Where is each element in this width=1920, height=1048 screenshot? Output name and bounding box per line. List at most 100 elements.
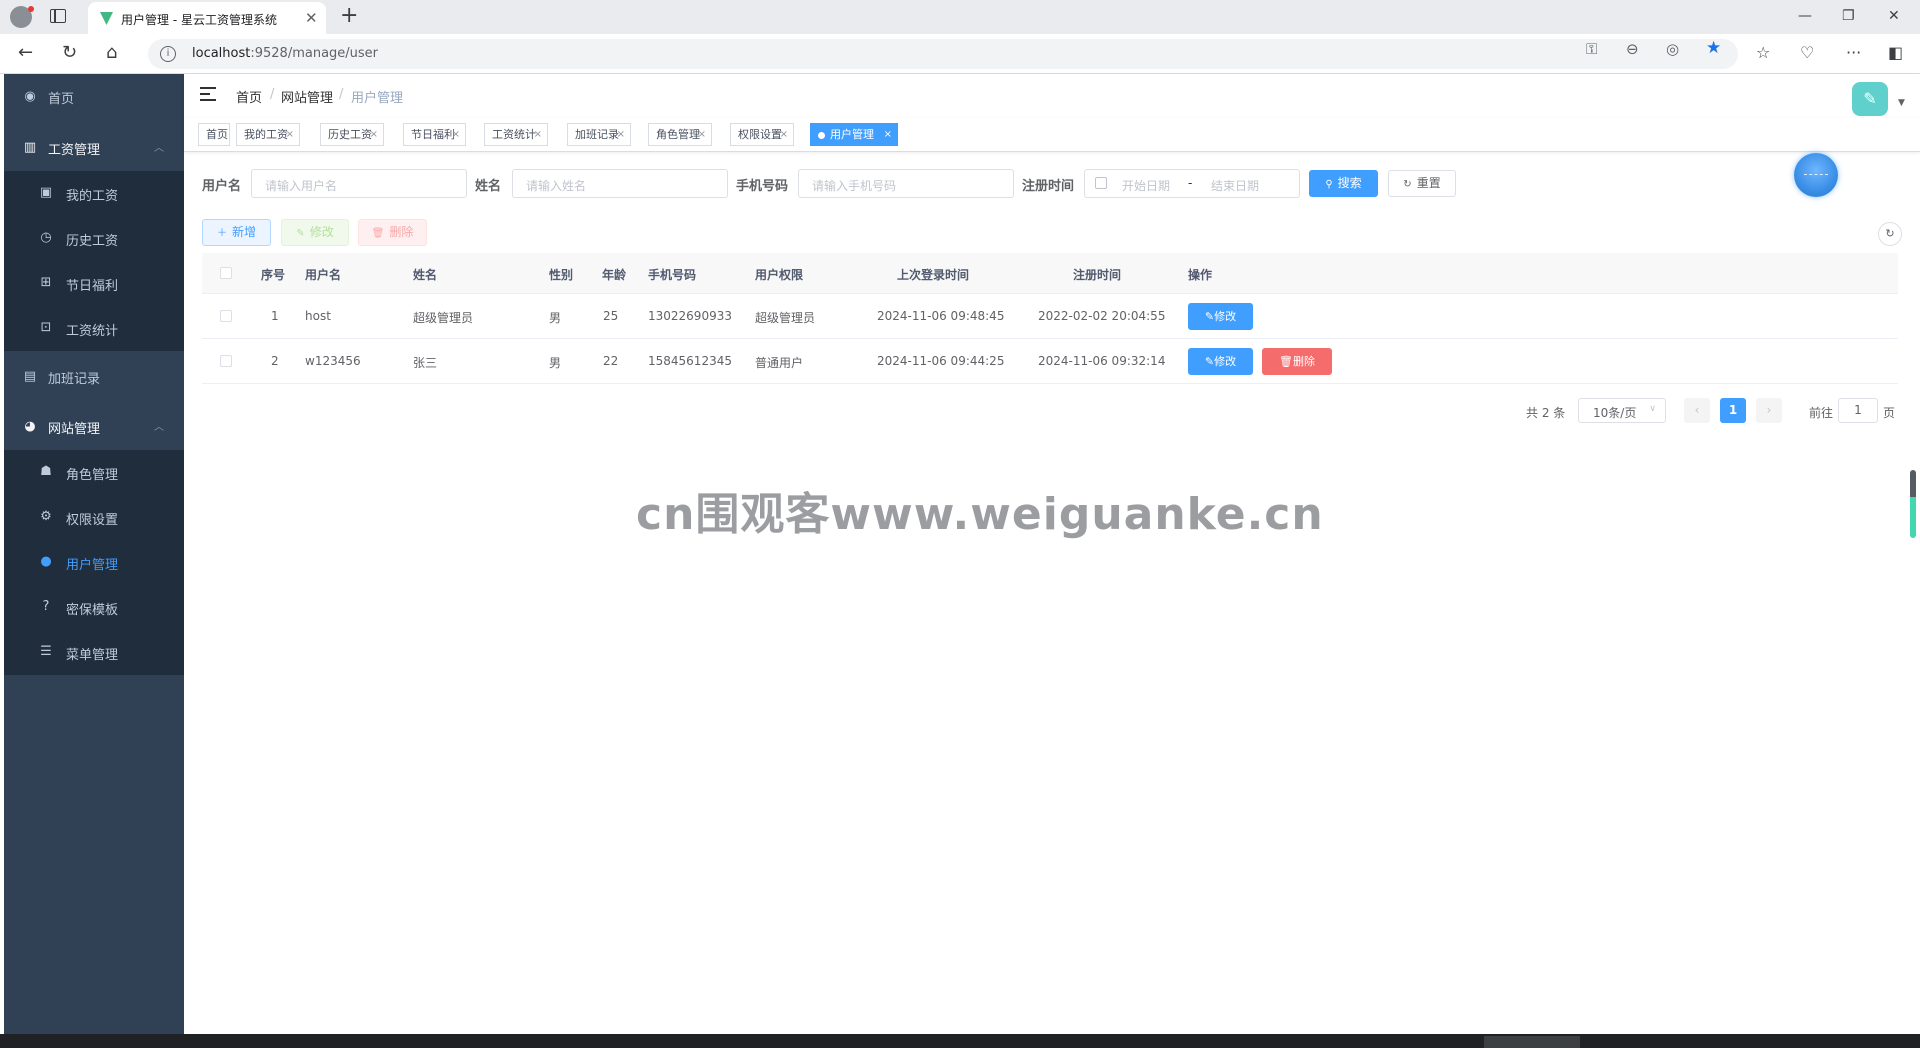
- close-icon[interactable]: ×: [370, 124, 378, 145]
- close-window-icon[interactable]: ✕: [1888, 8, 1900, 24]
- sidebar-item-my-salary[interactable]: ▣ 我的工资: [4, 171, 184, 216]
- close-icon[interactable]: ×: [534, 124, 542, 145]
- clock-icon: ◷: [40, 230, 52, 245]
- page-size-select[interactable]: 10条/页 ∨: [1578, 398, 1666, 423]
- tag-home[interactable]: 首页: [198, 123, 230, 146]
- sidebar-item-roles[interactable]: ☗ 角色管理: [4, 450, 184, 495]
- sidebar-item-history-salary[interactable]: ◷ 历史工资: [4, 216, 184, 261]
- row-delete-button[interactable]: 🗑删除: [1262, 348, 1332, 375]
- table-row[interactable]: 1 host 超级管理员 男 25 13022690933 超级管理员 2024…: [202, 294, 1898, 339]
- date-range-picker[interactable]: 开始日期 - 结束日期: [1084, 169, 1300, 198]
- table-row[interactable]: 2 w123456 张三 男 22 15845612345 普通用户 2024-…: [202, 339, 1898, 384]
- minimize-icon[interactable]: —: [1798, 8, 1812, 24]
- username-input[interactable]: 请输入用户名: [251, 169, 467, 198]
- reset-button[interactable]: ↻ 重置: [1388, 170, 1456, 197]
- delete-button[interactable]: 🗑 删除: [358, 219, 427, 246]
- zoom-out-icon[interactable]: ⊖: [1626, 40, 1639, 58]
- sidebar-item-label: 工资管理: [48, 143, 101, 158]
- row-edit-label: 修改: [1214, 310, 1237, 323]
- name-input[interactable]: 请输入姓名: [512, 169, 728, 198]
- refresh-icon: ↻: [1403, 179, 1412, 190]
- url-field[interactable]: i localhost:9528/manage/user: [148, 39, 1738, 69]
- back-icon[interactable]: ←: [18, 42, 33, 63]
- row-edit-button[interactable]: ✎修改: [1188, 303, 1253, 330]
- prev-page-button[interactable]: ‹: [1684, 398, 1710, 423]
- tag-my-salary[interactable]: 我的工资 ×: [236, 123, 300, 146]
- column-header: 姓名: [413, 268, 438, 282]
- home-icon[interactable]: ⌂: [106, 42, 117, 63]
- dashboard-icon: ◉: [24, 89, 36, 104]
- row-checkbox[interactable]: [220, 310, 232, 322]
- tab-actions-icon[interactable]: [50, 9, 66, 23]
- close-icon[interactable]: ×: [617, 124, 625, 145]
- close-tab-icon[interactable]: ✕: [305, 9, 318, 27]
- next-page-button[interactable]: ›: [1756, 398, 1782, 423]
- sidebar-item-salary-stats[interactable]: ⊡ 工资统计: [4, 306, 184, 351]
- sidebar-item-website[interactable]: ◕ 网站管理 ︿: [4, 404, 184, 450]
- favorite-star-icon[interactable]: ★: [1706, 38, 1721, 58]
- favorites-icon[interactable]: ☆: [1756, 43, 1770, 62]
- edit-button[interactable]: ✎ 修改: [281, 219, 349, 246]
- caret-down-icon[interactable]: ▼: [1898, 98, 1905, 108]
- tag-label: 工资统计: [492, 128, 536, 141]
- breadcrumb-home[interactable]: 首页: [236, 87, 262, 106]
- pagination-total: 共 2 条: [1526, 406, 1566, 420]
- avatar[interactable]: ✎: [1852, 82, 1888, 116]
- more-icon[interactable]: ···: [1846, 43, 1861, 62]
- select-all-checkbox[interactable]: [220, 267, 232, 279]
- new-tab-icon[interactable]: +: [340, 3, 358, 28]
- close-icon[interactable]: ×: [452, 124, 460, 145]
- page-number-current[interactable]: 1: [1720, 398, 1746, 423]
- tag-users[interactable]: 用户管理 ×: [810, 123, 898, 146]
- tag-history-salary[interactable]: 历史工资 ×: [320, 123, 384, 146]
- search-button[interactable]: ⚲ 搜索: [1309, 170, 1378, 197]
- sidebar-item-security-template[interactable]: ? 密保模板: [4, 585, 184, 630]
- gift-icon: ⊞: [40, 275, 52, 290]
- tag-overtime[interactable]: 加班记录 ×: [567, 123, 631, 146]
- tag-permissions[interactable]: 权限设置 ×: [730, 123, 794, 146]
- sidebar-item-label: 工资统计: [66, 324, 119, 339]
- sidebar-toggle-icon[interactable]: ◧: [1888, 43, 1903, 62]
- sidebar-item-menus[interactable]: ☰ 菜单管理: [4, 630, 184, 675]
- row-checkbox[interactable]: [220, 355, 232, 367]
- restore-icon[interactable]: ❐: [1842, 8, 1855, 24]
- row-edit-button[interactable]: ✎修改: [1188, 348, 1253, 375]
- cell-last-login: 2024-11-06 09:48:45: [877, 309, 1005, 323]
- floating-ball[interactable]: [1794, 153, 1838, 197]
- browser-tab-active[interactable]: 用户管理 - 星云工资管理系统 ✕: [88, 2, 326, 34]
- breadcrumb-website[interactable]: 网站管理: [281, 87, 333, 106]
- reset-button-label: 重置: [1416, 176, 1441, 190]
- cell-username: w123456: [305, 354, 361, 368]
- trash-icon: 🗑: [1279, 355, 1293, 368]
- sidebar-item-home[interactable]: ◉ 首页: [4, 74, 184, 120]
- calendar-icon: [1095, 177, 1107, 189]
- close-icon[interactable]: ×: [884, 124, 892, 145]
- phone-input[interactable]: 请输入手机号码: [798, 169, 1014, 198]
- tag-roles[interactable]: 角色管理 ×: [648, 123, 712, 146]
- add-button[interactable]: ＋ 新增: [202, 219, 271, 246]
- sidebar-item-salary[interactable]: ▥ 工资管理 ︿: [4, 125, 184, 171]
- site-info-icon[interactable]: i: [160, 46, 176, 62]
- calendar-icon: ▤: [23, 369, 37, 384]
- tag-holiday-welfare[interactable]: 节日福利 ×: [403, 123, 466, 146]
- sidebar-item-holiday-welfare[interactable]: ⊞ 节日福利: [4, 261, 184, 306]
- close-icon[interactable]: ×: [698, 124, 706, 145]
- scrollbar-thumb[interactable]: [1910, 470, 1916, 538]
- close-icon[interactable]: ×: [780, 124, 788, 145]
- tag-label: 首页: [206, 128, 228, 141]
- sidebar-item-label: 我的工资: [66, 189, 119, 204]
- sidebar-item-users[interactable]: ● 用户管理: [4, 540, 184, 585]
- key-icon[interactable]: ⚿: [1586, 40, 1597, 58]
- close-icon[interactable]: ×: [286, 124, 294, 145]
- tag-salary-stats[interactable]: 工资统计 ×: [484, 123, 548, 146]
- browser-essentials-icon[interactable]: ♡: [1800, 43, 1814, 62]
- sidebar-item-permissions[interactable]: ⚙ 权限设置: [4, 495, 184, 540]
- sidebar-item-label: 节日福利: [66, 279, 119, 294]
- reload-icon[interactable]: ↻: [62, 42, 77, 63]
- refresh-table-button[interactable]: ↻: [1878, 222, 1902, 246]
- hamburger-icon[interactable]: [200, 87, 216, 101]
- sidebar-item-overtime[interactable]: ▤ 加班记录: [4, 354, 184, 400]
- goto-page-input[interactable]: 1: [1838, 398, 1878, 423]
- edge-sync-icon[interactable]: ◎: [1666, 40, 1679, 58]
- taskbar-app-button[interactable]: [1484, 1036, 1580, 1048]
